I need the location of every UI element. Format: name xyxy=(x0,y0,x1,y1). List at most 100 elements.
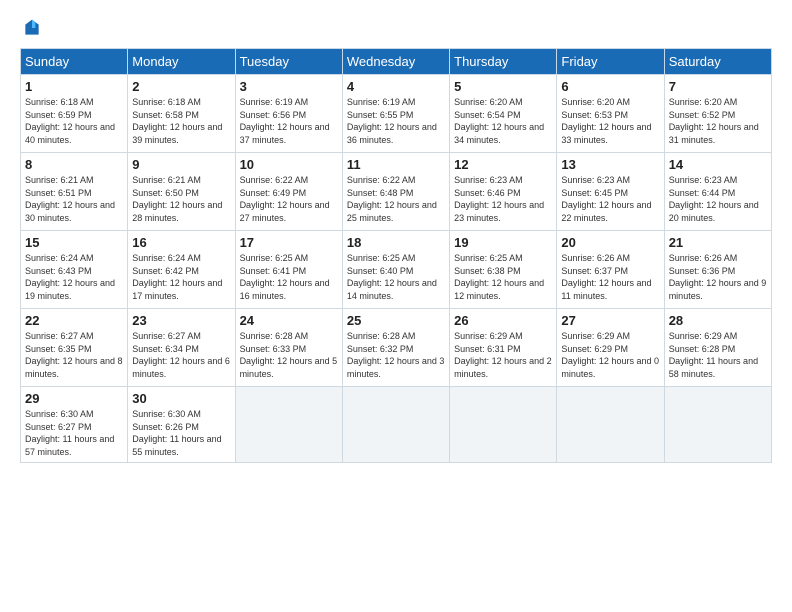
sunrise-label: Sunrise: 6:22 AM xyxy=(240,175,309,185)
daylight-label: Daylight: 12 hours and 20 minutes. xyxy=(669,200,759,223)
day-info: Sunrise: 6:27 AM Sunset: 6:34 PM Dayligh… xyxy=(132,330,230,380)
daylight-label: Daylight: 12 hours and 14 minutes. xyxy=(347,278,437,301)
calendar-cell: 20 Sunrise: 6:26 AM Sunset: 6:37 PM Dayl… xyxy=(557,231,664,309)
sunrise-label: Sunrise: 6:27 AM xyxy=(132,331,201,341)
sunset-label: Sunset: 6:35 PM xyxy=(25,344,92,354)
day-info: Sunrise: 6:30 AM Sunset: 6:26 PM Dayligh… xyxy=(132,408,230,458)
calendar-cell xyxy=(235,387,342,463)
daylight-label: Daylight: 11 hours and 58 minutes. xyxy=(669,356,758,379)
daylight-label: Daylight: 11 hours and 57 minutes. xyxy=(25,434,114,457)
daylight-label: Daylight: 12 hours and 19 minutes. xyxy=(25,278,115,301)
day-info: Sunrise: 6:18 AM Sunset: 6:59 PM Dayligh… xyxy=(25,96,123,146)
sunset-label: Sunset: 6:51 PM xyxy=(25,188,92,198)
sunset-label: Sunset: 6:38 PM xyxy=(454,266,521,276)
day-info: Sunrise: 6:30 AM Sunset: 6:27 PM Dayligh… xyxy=(25,408,123,458)
sunrise-label: Sunrise: 6:25 AM xyxy=(240,253,309,263)
sunrise-label: Sunrise: 6:28 AM xyxy=(347,331,416,341)
calendar-cell: 13 Sunrise: 6:23 AM Sunset: 6:45 PM Dayl… xyxy=(557,153,664,231)
calendar-cell: 19 Sunrise: 6:25 AM Sunset: 6:38 PM Dayl… xyxy=(450,231,557,309)
day-info: Sunrise: 6:21 AM Sunset: 6:51 PM Dayligh… xyxy=(25,174,123,224)
day-number: 5 xyxy=(454,79,552,94)
sunrise-label: Sunrise: 6:26 AM xyxy=(669,253,738,263)
sunrise-label: Sunrise: 6:30 AM xyxy=(132,409,201,419)
daylight-label: Daylight: 12 hours and 36 minutes. xyxy=(347,122,437,145)
day-info: Sunrise: 6:26 AM Sunset: 6:37 PM Dayligh… xyxy=(561,252,659,302)
sunrise-label: Sunrise: 6:26 AM xyxy=(561,253,630,263)
calendar-cell: 16 Sunrise: 6:24 AM Sunset: 6:42 PM Dayl… xyxy=(128,231,235,309)
week-row-5: 29 Sunrise: 6:30 AM Sunset: 6:27 PM Dayl… xyxy=(21,387,772,463)
calendar-cell: 5 Sunrise: 6:20 AM Sunset: 6:54 PM Dayli… xyxy=(450,75,557,153)
calendar-cell: 29 Sunrise: 6:30 AM Sunset: 6:27 PM Dayl… xyxy=(21,387,128,463)
sunset-label: Sunset: 6:54 PM xyxy=(454,110,521,120)
sunrise-label: Sunrise: 6:18 AM xyxy=(25,97,94,107)
sunrise-label: Sunrise: 6:19 AM xyxy=(347,97,416,107)
sunset-label: Sunset: 6:45 PM xyxy=(561,188,628,198)
day-number: 21 xyxy=(669,235,767,250)
sunset-label: Sunset: 6:40 PM xyxy=(347,266,414,276)
calendar-cell xyxy=(450,387,557,463)
calendar-cell: 11 Sunrise: 6:22 AM Sunset: 6:48 PM Dayl… xyxy=(342,153,449,231)
calendar-cell: 15 Sunrise: 6:24 AM Sunset: 6:43 PM Dayl… xyxy=(21,231,128,309)
calendar-cell xyxy=(557,387,664,463)
logo-icon xyxy=(22,18,42,38)
day-info: Sunrise: 6:22 AM Sunset: 6:48 PM Dayligh… xyxy=(347,174,445,224)
sunrise-label: Sunrise: 6:23 AM xyxy=(669,175,738,185)
daylight-label: Daylight: 12 hours and 28 minutes. xyxy=(132,200,222,223)
day-number: 29 xyxy=(25,391,123,406)
sunrise-label: Sunrise: 6:24 AM xyxy=(132,253,201,263)
sunset-label: Sunset: 6:37 PM xyxy=(561,266,628,276)
daylight-label: Daylight: 12 hours and 2 minutes. xyxy=(454,356,552,379)
sunset-label: Sunset: 6:36 PM xyxy=(669,266,736,276)
daylight-label: Daylight: 12 hours and 16 minutes. xyxy=(240,278,330,301)
page: SundayMondayTuesdayWednesdayThursdayFrid… xyxy=(0,0,792,612)
daylight-label: Daylight: 12 hours and 11 minutes. xyxy=(561,278,651,301)
day-info: Sunrise: 6:27 AM Sunset: 6:35 PM Dayligh… xyxy=(25,330,123,380)
day-info: Sunrise: 6:23 AM Sunset: 6:46 PM Dayligh… xyxy=(454,174,552,224)
day-number: 26 xyxy=(454,313,552,328)
weekday-header-monday: Monday xyxy=(128,49,235,75)
sunrise-label: Sunrise: 6:18 AM xyxy=(132,97,201,107)
day-number: 1 xyxy=(25,79,123,94)
daylight-label: Daylight: 12 hours and 33 minutes. xyxy=(561,122,651,145)
sunset-label: Sunset: 6:46 PM xyxy=(454,188,521,198)
calendar-cell: 3 Sunrise: 6:19 AM Sunset: 6:56 PM Dayli… xyxy=(235,75,342,153)
day-number: 11 xyxy=(347,157,445,172)
calendar-cell: 4 Sunrise: 6:19 AM Sunset: 6:55 PM Dayli… xyxy=(342,75,449,153)
sunrise-label: Sunrise: 6:23 AM xyxy=(561,175,630,185)
day-info: Sunrise: 6:20 AM Sunset: 6:54 PM Dayligh… xyxy=(454,96,552,146)
daylight-label: Daylight: 12 hours and 12 minutes. xyxy=(454,278,544,301)
sunset-label: Sunset: 6:50 PM xyxy=(132,188,199,198)
weekday-header-tuesday: Tuesday xyxy=(235,49,342,75)
calendar-cell: 9 Sunrise: 6:21 AM Sunset: 6:50 PM Dayli… xyxy=(128,153,235,231)
header xyxy=(20,18,772,38)
sunrise-label: Sunrise: 6:22 AM xyxy=(347,175,416,185)
day-number: 12 xyxy=(454,157,552,172)
sunset-label: Sunset: 6:59 PM xyxy=(25,110,92,120)
calendar-cell: 24 Sunrise: 6:28 AM Sunset: 6:33 PM Dayl… xyxy=(235,309,342,387)
calendar-cell: 21 Sunrise: 6:26 AM Sunset: 6:36 PM Dayl… xyxy=(664,231,771,309)
sunrise-label: Sunrise: 6:25 AM xyxy=(347,253,416,263)
calendar-cell: 22 Sunrise: 6:27 AM Sunset: 6:35 PM Dayl… xyxy=(21,309,128,387)
daylight-label: Daylight: 12 hours and 25 minutes. xyxy=(347,200,437,223)
sunset-label: Sunset: 6:58 PM xyxy=(132,110,199,120)
day-info: Sunrise: 6:19 AM Sunset: 6:56 PM Dayligh… xyxy=(240,96,338,146)
day-number: 27 xyxy=(561,313,659,328)
day-info: Sunrise: 6:19 AM Sunset: 6:55 PM Dayligh… xyxy=(347,96,445,146)
calendar-cell: 28 Sunrise: 6:29 AM Sunset: 6:28 PM Dayl… xyxy=(664,309,771,387)
day-number: 3 xyxy=(240,79,338,94)
logo xyxy=(20,18,42,38)
sunset-label: Sunset: 6:26 PM xyxy=(132,422,199,432)
calendar-cell: 23 Sunrise: 6:27 AM Sunset: 6:34 PM Dayl… xyxy=(128,309,235,387)
calendar-cell xyxy=(664,387,771,463)
day-info: Sunrise: 6:23 AM Sunset: 6:44 PM Dayligh… xyxy=(669,174,767,224)
weekday-header-friday: Friday xyxy=(557,49,664,75)
daylight-label: Daylight: 12 hours and 34 minutes. xyxy=(454,122,544,145)
day-number: 8 xyxy=(25,157,123,172)
day-info: Sunrise: 6:18 AM Sunset: 6:58 PM Dayligh… xyxy=(132,96,230,146)
daylight-label: Daylight: 12 hours and 37 minutes. xyxy=(240,122,330,145)
sunset-label: Sunset: 6:56 PM xyxy=(240,110,307,120)
daylight-label: Daylight: 12 hours and 22 minutes. xyxy=(561,200,651,223)
calendar-cell: 1 Sunrise: 6:18 AM Sunset: 6:59 PM Dayli… xyxy=(21,75,128,153)
day-info: Sunrise: 6:24 AM Sunset: 6:43 PM Dayligh… xyxy=(25,252,123,302)
day-number: 16 xyxy=(132,235,230,250)
